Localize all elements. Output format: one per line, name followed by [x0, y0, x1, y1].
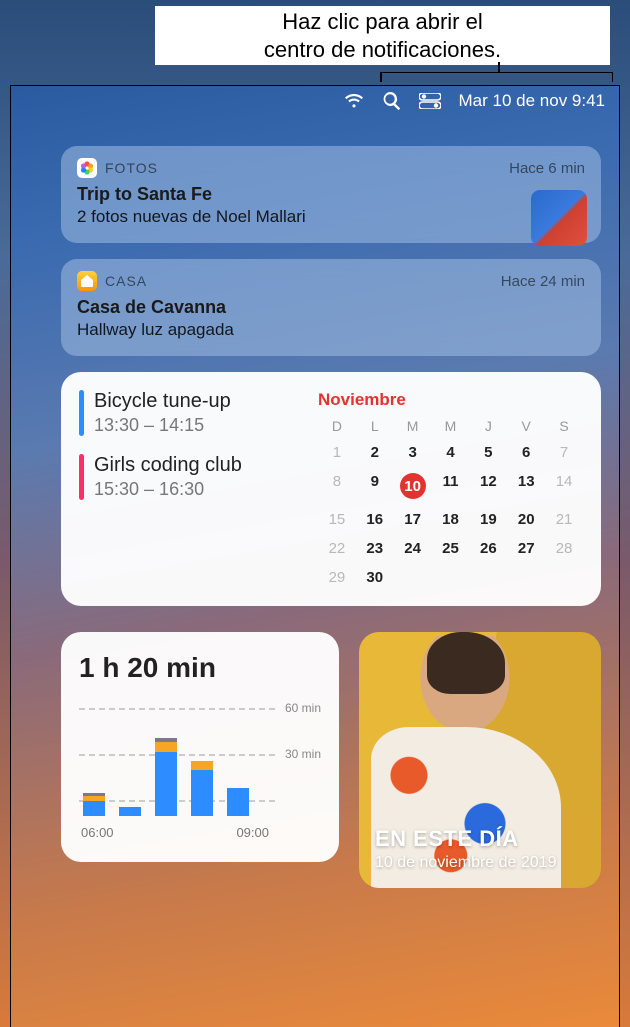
calendar-day[interactable]: 8: [318, 471, 356, 501]
chart-bar: [227, 788, 249, 816]
calendar-day[interactable]: 29: [318, 567, 356, 588]
event-color-bar: [79, 390, 84, 436]
home-app-icon: [77, 271, 97, 291]
chart-x-label: 09:00: [236, 825, 269, 840]
calendar-day[interactable]: 9: [356, 471, 394, 501]
calendar-widget[interactable]: Bicycle tune-up 13:30 – 14:15 Girls codi…: [61, 372, 601, 606]
calendar-day[interactable]: 4: [432, 442, 470, 463]
notification-title: Trip to Santa Fe: [77, 184, 585, 205]
calendar-day[interactable]: 13: [507, 471, 545, 501]
calendar-day[interactable]: 22: [318, 538, 356, 559]
chart-bar: [83, 793, 105, 816]
calendar-day[interactable]: 7: [545, 442, 583, 463]
calendar-day[interactable]: 11: [432, 471, 470, 501]
calendar-day[interactable]: 17: [394, 509, 432, 530]
calendar-day[interactable]: 20: [507, 509, 545, 530]
control-center-icon[interactable]: [419, 93, 441, 109]
calendar-day[interactable]: 1: [318, 442, 356, 463]
annotation-bracket: [380, 72, 613, 87]
annotation-line2: centro de notificaciones.: [264, 37, 501, 62]
calendar-day[interactable]: 5: [469, 442, 507, 463]
notification-app-name: CASA: [105, 273, 147, 289]
notification-thumbnail: [531, 190, 587, 246]
screen-time-total: 1 h 20 min: [79, 652, 321, 684]
event-title: Girls coding club: [94, 454, 242, 477]
calendar-day[interactable]: 25: [432, 538, 470, 559]
calendar-day[interactable]: 10: [394, 471, 432, 501]
annotation-callout: Haz clic para abrir el centro de notific…: [155, 6, 610, 65]
notification-fotos[interactable]: FOTOS Hace 6 min Trip to Santa Fe 2 foto…: [61, 146, 601, 243]
calendar-dow: D: [318, 418, 356, 434]
calendar-day[interactable]: 15: [318, 509, 356, 530]
annotation-line1: Haz clic para abrir el: [282, 9, 483, 34]
screen-time-widget[interactable]: 1 h 20 min 60 min 30 min 06:00 09:00: [61, 632, 339, 862]
notification-app-name: FOTOS: [105, 160, 158, 176]
notification-body: Hallway luz apagada: [77, 320, 585, 340]
calendar-day[interactable]: 30: [356, 567, 394, 588]
notification-body: 2 fotos nuevas de Noel Mallari: [77, 207, 585, 227]
spotlight-search-icon[interactable]: [383, 92, 401, 110]
calendar-day[interactable]: 23: [356, 538, 394, 559]
calendar-day[interactable]: 6: [507, 442, 545, 463]
notification-center: FOTOS Hace 6 min Trip to Santa Fe 2 foto…: [11, 116, 619, 888]
calendar-day[interactable]: 12: [469, 471, 507, 501]
calendar-day[interactable]: 16: [356, 509, 394, 530]
calendar-dow: M: [432, 418, 470, 434]
chart-y-label: 60 min: [285, 701, 321, 715]
calendar-day[interactable]: 28: [545, 538, 583, 559]
calendar-day[interactable]: 21: [545, 509, 583, 530]
calendar-day[interactable]: 27: [507, 538, 545, 559]
notification-time: Hace 6 min: [509, 160, 585, 177]
screen-time-chart: 60 min 30 min 06:00 09:00: [79, 696, 321, 846]
calendar-month-view: Noviembre DLMMJVS12345678910111213141516…: [318, 390, 583, 588]
calendar-event[interactable]: Girls coding club 15:30 – 16:30: [79, 454, 304, 500]
chart-bar: [155, 738, 177, 816]
calendar-event[interactable]: Bicycle tune-up 13:30 – 14:15: [79, 390, 304, 436]
calendar-day[interactable]: 19: [469, 509, 507, 530]
annotation-pointer: [498, 62, 500, 72]
calendar-day[interactable]: 24: [394, 538, 432, 559]
notification-title: Casa de Cavanna: [77, 297, 585, 318]
event-time: 15:30 – 16:30: [94, 479, 242, 500]
calendar-dow: S: [545, 418, 583, 434]
calendar-dow: L: [356, 418, 394, 434]
notification-casa[interactable]: CASA Hace 24 min Casa de Cavanna Hallway…: [61, 259, 601, 356]
calendar-day[interactable]: 14: [545, 471, 583, 501]
calendar-day[interactable]: 26: [469, 538, 507, 559]
menubar-datetime[interactable]: Mar 10 de nov 9:41: [459, 91, 605, 111]
calendar-events: Bicycle tune-up 13:30 – 14:15 Girls codi…: [79, 390, 304, 588]
chart-x-label: 06:00: [81, 825, 114, 840]
calendar-day[interactable]: 2: [356, 442, 394, 463]
notification-time: Hace 24 min: [501, 273, 585, 290]
calendar-dow: J: [469, 418, 507, 434]
photo-memory-date: 10 de noviembre de 2019: [375, 854, 556, 872]
calendar-day[interactable]: 3: [394, 442, 432, 463]
chart-bar: [119, 807, 141, 816]
chart-bar: [191, 761, 213, 816]
calendar-month-label: Noviembre: [318, 390, 583, 410]
calendar-dow: V: [507, 418, 545, 434]
photo-memory-heading: EN ESTE DÍA: [375, 826, 556, 852]
photos-memory-widget[interactable]: EN ESTE DÍA 10 de noviembre de 2019: [359, 632, 601, 888]
event-time: 13:30 – 14:15: [94, 415, 231, 436]
event-color-bar: [79, 454, 84, 500]
menu-bar: Mar 10 de nov 9:41: [11, 86, 619, 116]
calendar-grid: DLMMJVS123456789101112131415161718192021…: [318, 418, 583, 588]
calendar-dow: M: [394, 418, 432, 434]
desktop: Mar 10 de nov 9:41 FOTOS Hace 6 min Trip…: [10, 85, 620, 1027]
chart-y-label: 30 min: [285, 747, 321, 761]
calendar-day[interactable]: 18: [432, 509, 470, 530]
photos-app-icon: [77, 158, 97, 178]
event-title: Bicycle tune-up: [94, 390, 231, 413]
wifi-icon[interactable]: [343, 93, 365, 109]
